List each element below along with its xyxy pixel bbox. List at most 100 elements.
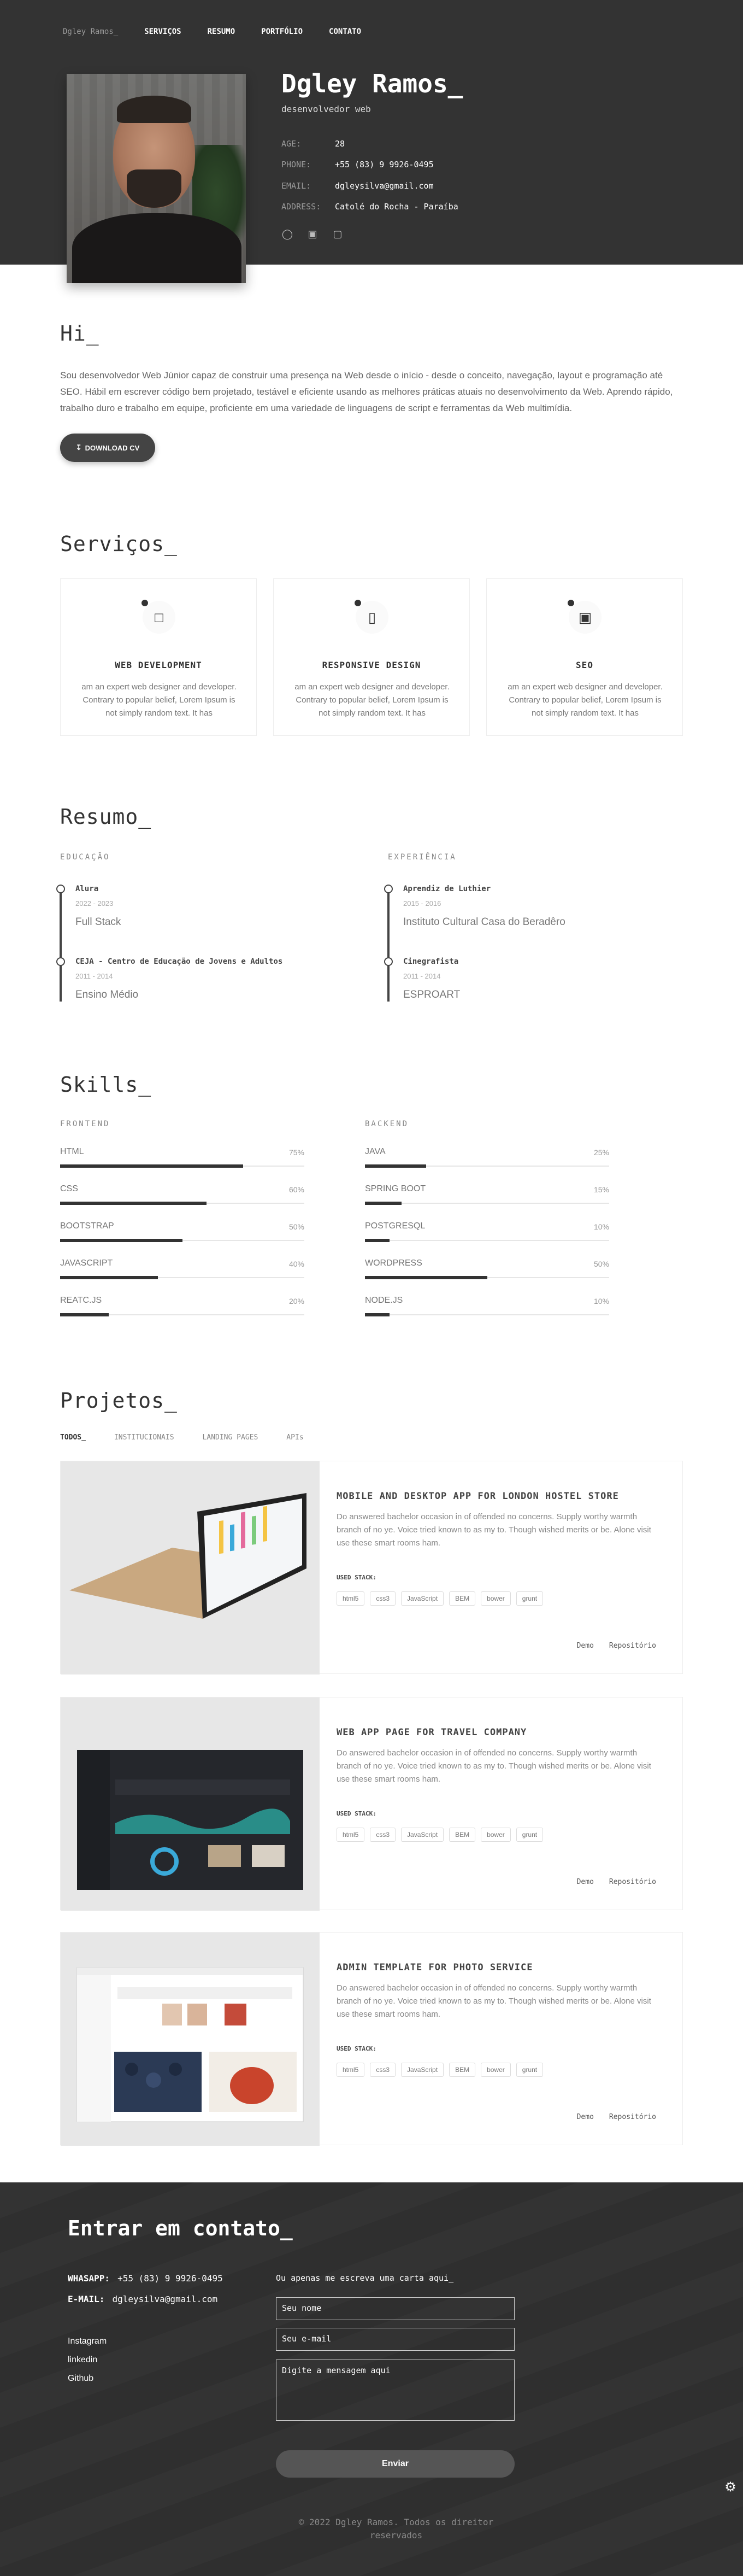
nav-link-contato[interactable]: CONTATO: [329, 27, 361, 36]
project-title: MOBILE AND DESKTOP APP FOR LONDON HOSTEL…: [337, 1491, 619, 1502]
info-age: AGE: 28: [281, 139, 345, 149]
skill-name: BOOTSTRAP: [60, 1221, 114, 1231]
nav-link-resumo[interactable]: RESUMO: [208, 27, 235, 36]
skill-bar-fill: [60, 1164, 244, 1168]
filter-landing-pages[interactable]: LANDING PAGES: [203, 1433, 258, 1442]
name-input[interactable]: Seu nome: [276, 2297, 515, 2320]
project-desc: Do answered bachelor occasion in of offe…: [337, 1748, 651, 1784]
social-link-instagram[interactable]: Instagram: [68, 2337, 107, 2346]
skill-bar-fill: [60, 1276, 158, 1279]
skill-name: CSS: [60, 1184, 78, 1193]
profile-name: Dgley Ramos_: [281, 69, 463, 98]
brand-logo[interactable]: Dgley Ramos_: [63, 27, 118, 36]
skill-percent: 60%: [288, 1185, 304, 1194]
service-card: ▯ RESPONSIVE DESIGN am an expert web des…: [273, 578, 470, 736]
send-button[interactable]: Enviar: [276, 2450, 515, 2478]
skill-bar: [60, 1313, 304, 1316]
filter-todos[interactable]: TODOS_: [60, 1433, 86, 1442]
download-cv-button[interactable]: ↧ DOWNLOAD CV: [60, 434, 155, 462]
skill-bar: [365, 1313, 609, 1316]
email-input[interactable]: Seu e-mail: [276, 2328, 515, 2351]
skill-name: JAVASCRIPT: [60, 1258, 113, 1268]
skill-bar: [60, 1202, 304, 1205]
skill-bar-fill: [365, 1276, 487, 1279]
project-desc: Do answered bachelor occasion in of offe…: [337, 1983, 651, 2019]
skill-percent: 25%: [593, 1148, 609, 1157]
service-card: □ WEB DEVELOPMENT am an expert web desig…: [60, 578, 257, 736]
skill-bar-fill: [60, 1313, 109, 1316]
skill-bar-fill: [365, 1239, 390, 1242]
project-tags: html5 css3 JavaScript BEM bower grunt: [337, 1591, 544, 1606]
project-tags: html5 css3 JavaScript BEM bower grunt: [337, 1828, 544, 1842]
instagram-icon[interactable]: ▢: [332, 228, 344, 240]
projects-title: Projetos_: [60, 1389, 178, 1413]
about-text: Sou desenvolvedor Web Júnior capaz de co…: [60, 370, 673, 413]
frontend-label: FRONTEND: [60, 1120, 110, 1128]
social-icons: ◯ ▣ ▢: [281, 228, 344, 240]
skill-percent: 10%: [593, 1222, 609, 1231]
github-icon[interactable]: ◯: [281, 228, 293, 240]
repo-link[interactable]: Repositório: [609, 2113, 656, 2121]
skill-name: SPRING BOOT: [365, 1184, 426, 1193]
gear-icon[interactable]: ⚙: [723, 2480, 738, 2495]
services-title: Serviços_: [60, 532, 178, 556]
download-icon: ↧: [75, 443, 82, 452]
education-label: EDUCAÇÃO: [60, 853, 110, 862]
contact-email: E-MAIL: dgleysilva@gmail.com: [68, 2294, 218, 2304]
project-card: ADMIN TEMPLATE FOR PHOTO SERVICE Do answ…: [60, 1932, 683, 2146]
skill-bar: [60, 1239, 304, 1242]
repo-link[interactable]: Repositório: [609, 1878, 656, 1886]
demo-link[interactable]: Demo: [577, 2113, 594, 2121]
skill-percent: 20%: [288, 1297, 304, 1305]
education-title: Alura: [75, 885, 99, 893]
backend-label: BACKEND: [365, 1120, 409, 1128]
project-image: [61, 1461, 320, 1675]
skill-bar: [365, 1164, 609, 1168]
social-link-github[interactable]: Github: [68, 2374, 93, 2384]
skill-bar-fill: [365, 1202, 402, 1205]
nav-link-portfolio[interactable]: PORTFÓLIO: [261, 27, 303, 36]
top-nav: Dgley Ramos_ SERVIÇOS RESUMO PORTFÓLIO C…: [63, 26, 361, 37]
linkedin-icon[interactable]: ▣: [306, 228, 319, 240]
contact-title: Entrar em contato_: [68, 2216, 293, 2240]
info-phone: PHONE: +55 (83) 9 9926-0495: [281, 160, 434, 169]
resume-title: Resumo_: [60, 805, 152, 829]
copyright: © 2022 Dgley Ramos. Todos os direitor re…: [298, 2517, 494, 2540]
message-textarea[interactable]: Digite a mensagem aqui: [276, 2360, 515, 2421]
info-address: ADDRESS: Catolé do Rocha - Paraíba: [281, 202, 458, 212]
skill-percent: 75%: [288, 1148, 304, 1157]
project-card: MOBILE AND DESKTOP APP FOR LONDON HOSTEL…: [60, 1461, 683, 1675]
skill-percent: 40%: [288, 1260, 304, 1268]
skill-bar-fill: [365, 1313, 390, 1316]
form-label: Ou apenas me escreva uma carta aqui_: [276, 2273, 454, 2283]
about-title: Hi_: [60, 321, 99, 346]
seo-icon: ▣: [578, 609, 592, 625]
demo-link[interactable]: Demo: [577, 1642, 594, 1650]
mobile-icon: ▯: [368, 609, 376, 625]
skill-name: NODE.JS: [365, 1296, 403, 1305]
filter-institucionais[interactable]: INSTITUCIONAIS: [114, 1433, 174, 1442]
experience-title: Aprendiz de Luthier: [403, 885, 491, 893]
project-image: [61, 1697, 320, 1911]
skill-percent: 50%: [593, 1260, 609, 1268]
project-title: WEB APP PAGE FOR TRAVEL COMPANY: [337, 1727, 527, 1738]
laptop-icon: □: [155, 609, 163, 625]
project-image: [61, 1933, 320, 2146]
filter-apis[interactable]: APIs: [286, 1433, 303, 1442]
skill-bar: [60, 1164, 304, 1168]
demo-link[interactable]: Demo: [577, 1878, 594, 1886]
profile-photo: [67, 74, 246, 283]
social-link-linkedin[interactable]: linkedin: [68, 2355, 97, 2365]
info-email: EMAIL: dgleysilva@gmail.com: [281, 181, 434, 191]
experience-label: EXPERIÊNCIA: [388, 853, 457, 862]
skill-bar: [365, 1276, 609, 1279]
project-filters: TODOS_ INSTITUCIONAIS LANDING PAGES APIs: [60, 1433, 304, 1442]
contact-whatsapp: WHASAPP: +55 (83) 9 9926-0495: [68, 2273, 223, 2284]
skill-percent: 10%: [593, 1297, 609, 1305]
project-desc: Do answered bachelor occasion in of offe…: [337, 1512, 651, 1548]
repo-link[interactable]: Repositório: [609, 1642, 656, 1650]
skill-percent: 15%: [593, 1185, 609, 1194]
skill-bar-fill: [60, 1202, 207, 1205]
contact-section: Entrar em contato_ WHASAPP: +55 (83) 9 99…: [0, 2182, 743, 2576]
nav-link-servicos[interactable]: SERVIÇOS: [144, 27, 181, 36]
